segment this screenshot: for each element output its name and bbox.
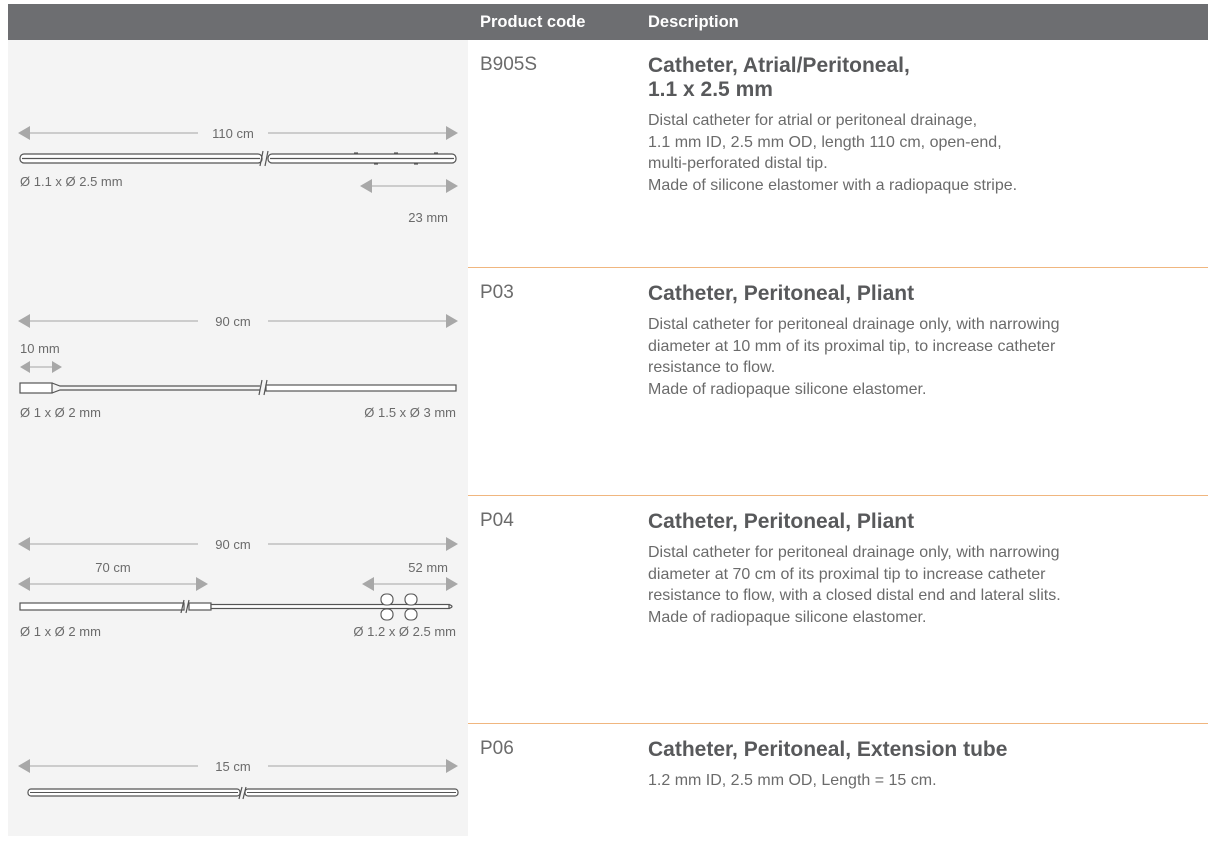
product-code: P04 <box>480 510 514 531</box>
product-title: Catheter, Peritoneal, Pliant <box>648 510 915 533</box>
diameter-right-label: Ø 1.5 x Ø 3 mm <box>364 405 456 420</box>
diameter-left-label: Ø 1 x Ø 2 mm <box>20 624 101 639</box>
catheter-diagram: 90 cm 10 mm Ø 1 x Ø 2 mm Ø 1.5 x Ø 3 mm <box>18 314 458 420</box>
product-description: Catheter, Atrial/Peritoneal, 1.1 x 2.5 m… <box>648 54 1208 196</box>
section-length-label: 70 cm <box>95 560 130 575</box>
product-description: Catheter, Peritoneal, Pliant Distal cath… <box>648 282 1208 400</box>
diameter-right-label: Ø 1.2 x Ø 2.5 mm <box>353 624 456 639</box>
product-code: P06 <box>480 738 514 759</box>
header-product-code: Product code <box>480 13 586 31</box>
product-diagram-p03: 90 cm 10 mm Ø 1 x Ø 2 mm Ø 1.5 x Ø 3 mm <box>8 268 468 496</box>
table-row: 90 cm 10 mm Ø 1 x Ø 2 mm Ø 1.5 x Ø 3 mm … <box>8 268 1208 496</box>
product-diagram-b905s: 110 cm Ø 1.1 x Ø 2.5 mm 23 mm <box>8 40 468 268</box>
catheter-diagram: 15 cm <box>18 759 459 800</box>
diameter-label: Ø 1.1 x Ø 2.5 mm <box>20 174 123 189</box>
tip-length-label: 23 mm <box>408 210 448 225</box>
length-label: 110 cm <box>212 126 254 141</box>
length-label: 90 cm <box>215 314 250 329</box>
product-body: Distal catheter for peritoneal drainage … <box>648 316 1060 398</box>
table-row: 90 cm 70 cm 52 mm Ø 1 x Ø 2 mm Ø 1.2 x Ø… <box>8 496 1208 724</box>
product-description: Catheter, Peritoneal, Pliant Distal cath… <box>648 510 1208 628</box>
diameter-left-label: Ø 1 x Ø 2 mm <box>20 405 101 420</box>
length-label: 90 cm <box>215 537 250 552</box>
catheter-diagram: 90 cm 70 cm 52 mm Ø 1 x Ø 2 mm Ø 1.2 x Ø… <box>18 537 458 639</box>
product-code: B905S <box>480 54 538 75</box>
product-description: Catheter, Peritoneal, Extension tube 1.2… <box>648 738 1208 792</box>
product-body: Distal catheter for peritoneal drainage … <box>648 544 1061 626</box>
length-label: 15 cm <box>215 759 250 774</box>
tip-length-label: 52 mm <box>408 560 448 575</box>
product-diagram-p06: 15 cm <box>8 724 468 836</box>
product-title: Catheter, Atrial/Peritoneal, 1.1 x 2.5 m… <box>648 54 910 101</box>
header-description: Description <box>648 13 739 31</box>
product-title: Catheter, Peritoneal, Pliant <box>648 282 915 305</box>
product-code: P03 <box>480 282 514 303</box>
product-title: Catheter, Peritoneal, Extension tube <box>648 738 1008 761</box>
catheter-diagram: 110 cm Ø 1.1 x Ø 2.5 mm 23 mm <box>18 126 458 225</box>
product-body: Distal catheter for atrial or peritoneal… <box>648 112 1018 194</box>
table-row: 15 cm P06 Catheter, Peritoneal, Extensio… <box>8 724 1208 836</box>
table-header: Product code Description <box>8 4 1208 40</box>
table-row: 110 cm Ø 1.1 x Ø 2.5 mm 23 mm B905S Cath… <box>8 40 1208 268</box>
product-body: 1.2 mm ID, 2.5 mm OD, Length = 15 cm. <box>648 772 937 789</box>
product-diagram-p04: 90 cm 70 cm 52 mm Ø 1 x Ø 2 mm Ø 1.2 x Ø… <box>8 496 468 724</box>
narrowing-label: 10 mm <box>20 341 60 356</box>
